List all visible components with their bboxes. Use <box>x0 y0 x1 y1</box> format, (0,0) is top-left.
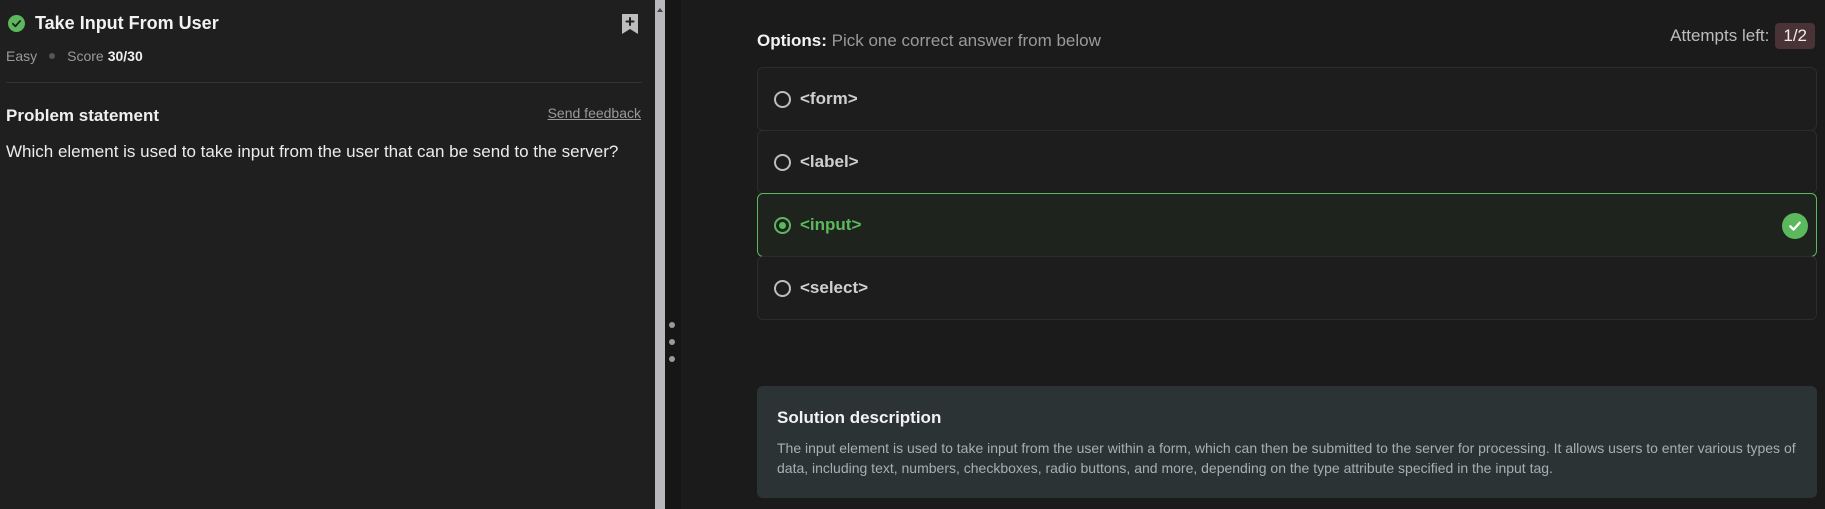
option-label: <input> <box>800 215 862 234</box>
scrollbar[interactable] <box>655 0 665 509</box>
option-label[interactable]: <label> <box>757 130 1817 194</box>
option-label: <label> <box>800 152 859 171</box>
problem-statement-heading: Problem statement <box>6 106 160 125</box>
panel-splitter[interactable] <box>665 0 681 509</box>
correct-check-icon <box>1782 213 1808 239</box>
option-label: <select> <box>800 278 869 297</box>
solution-heading: Solution description <box>777 408 942 427</box>
meta-row: Easy Score 30/30 <box>6 48 143 64</box>
radio-button-selected[interactable] <box>774 216 791 234</box>
answer-panel: Options: Pick one correct answer from be… <box>681 0 1825 509</box>
scroll-up-arrow-icon[interactable] <box>656 1 664 12</box>
radio-button[interactable] <box>774 279 791 297</box>
problem-statement-text: Which element is used to take input from… <box>6 142 619 161</box>
radio-button[interactable] <box>774 153 791 171</box>
problem-panel: Take Input From User Easy Score 30/30 Pr… <box>0 0 655 509</box>
option-select[interactable]: <select> <box>757 256 1817 320</box>
bookmark-add-icon[interactable] <box>620 12 640 36</box>
option-label: <form> <box>800 89 858 108</box>
attempts-badge: 1/2 <box>1775 23 1815 49</box>
options-heading-text: Pick one correct answer from below <box>831 31 1101 50</box>
options-heading-label: Options: <box>757 31 827 50</box>
solved-check-icon <box>8 15 25 32</box>
title-row: Take Input From User <box>8 13 219 34</box>
radio-button[interactable] <box>774 90 791 108</box>
attempts-indicator: Attempts left: 1/2 <box>1670 23 1815 49</box>
meta-separator-dot <box>49 53 56 59</box>
drag-handle-icon[interactable] <box>668 322 676 362</box>
solution-text: The input element is used to take input … <box>777 440 1796 476</box>
score-label: Score <box>67 48 104 64</box>
score-value: 30/30 <box>107 48 143 64</box>
divider <box>6 82 642 83</box>
attempts-label: Attempts left: <box>1670 26 1770 45</box>
option-form[interactable]: <form> <box>757 67 1817 131</box>
solution-box: Solution description The input element i… <box>757 386 1817 498</box>
options-heading: Options: Pick one correct answer from be… <box>757 31 1101 51</box>
difficulty-label: Easy <box>6 48 38 64</box>
send-feedback-link[interactable]: Send feedback <box>548 105 641 121</box>
app-root: Take Input From User Easy Score 30/30 Pr… <box>0 0 1825 509</box>
option-input[interactable]: <input> <box>757 193 1817 257</box>
problem-title: Take Input From User <box>35 13 219 33</box>
